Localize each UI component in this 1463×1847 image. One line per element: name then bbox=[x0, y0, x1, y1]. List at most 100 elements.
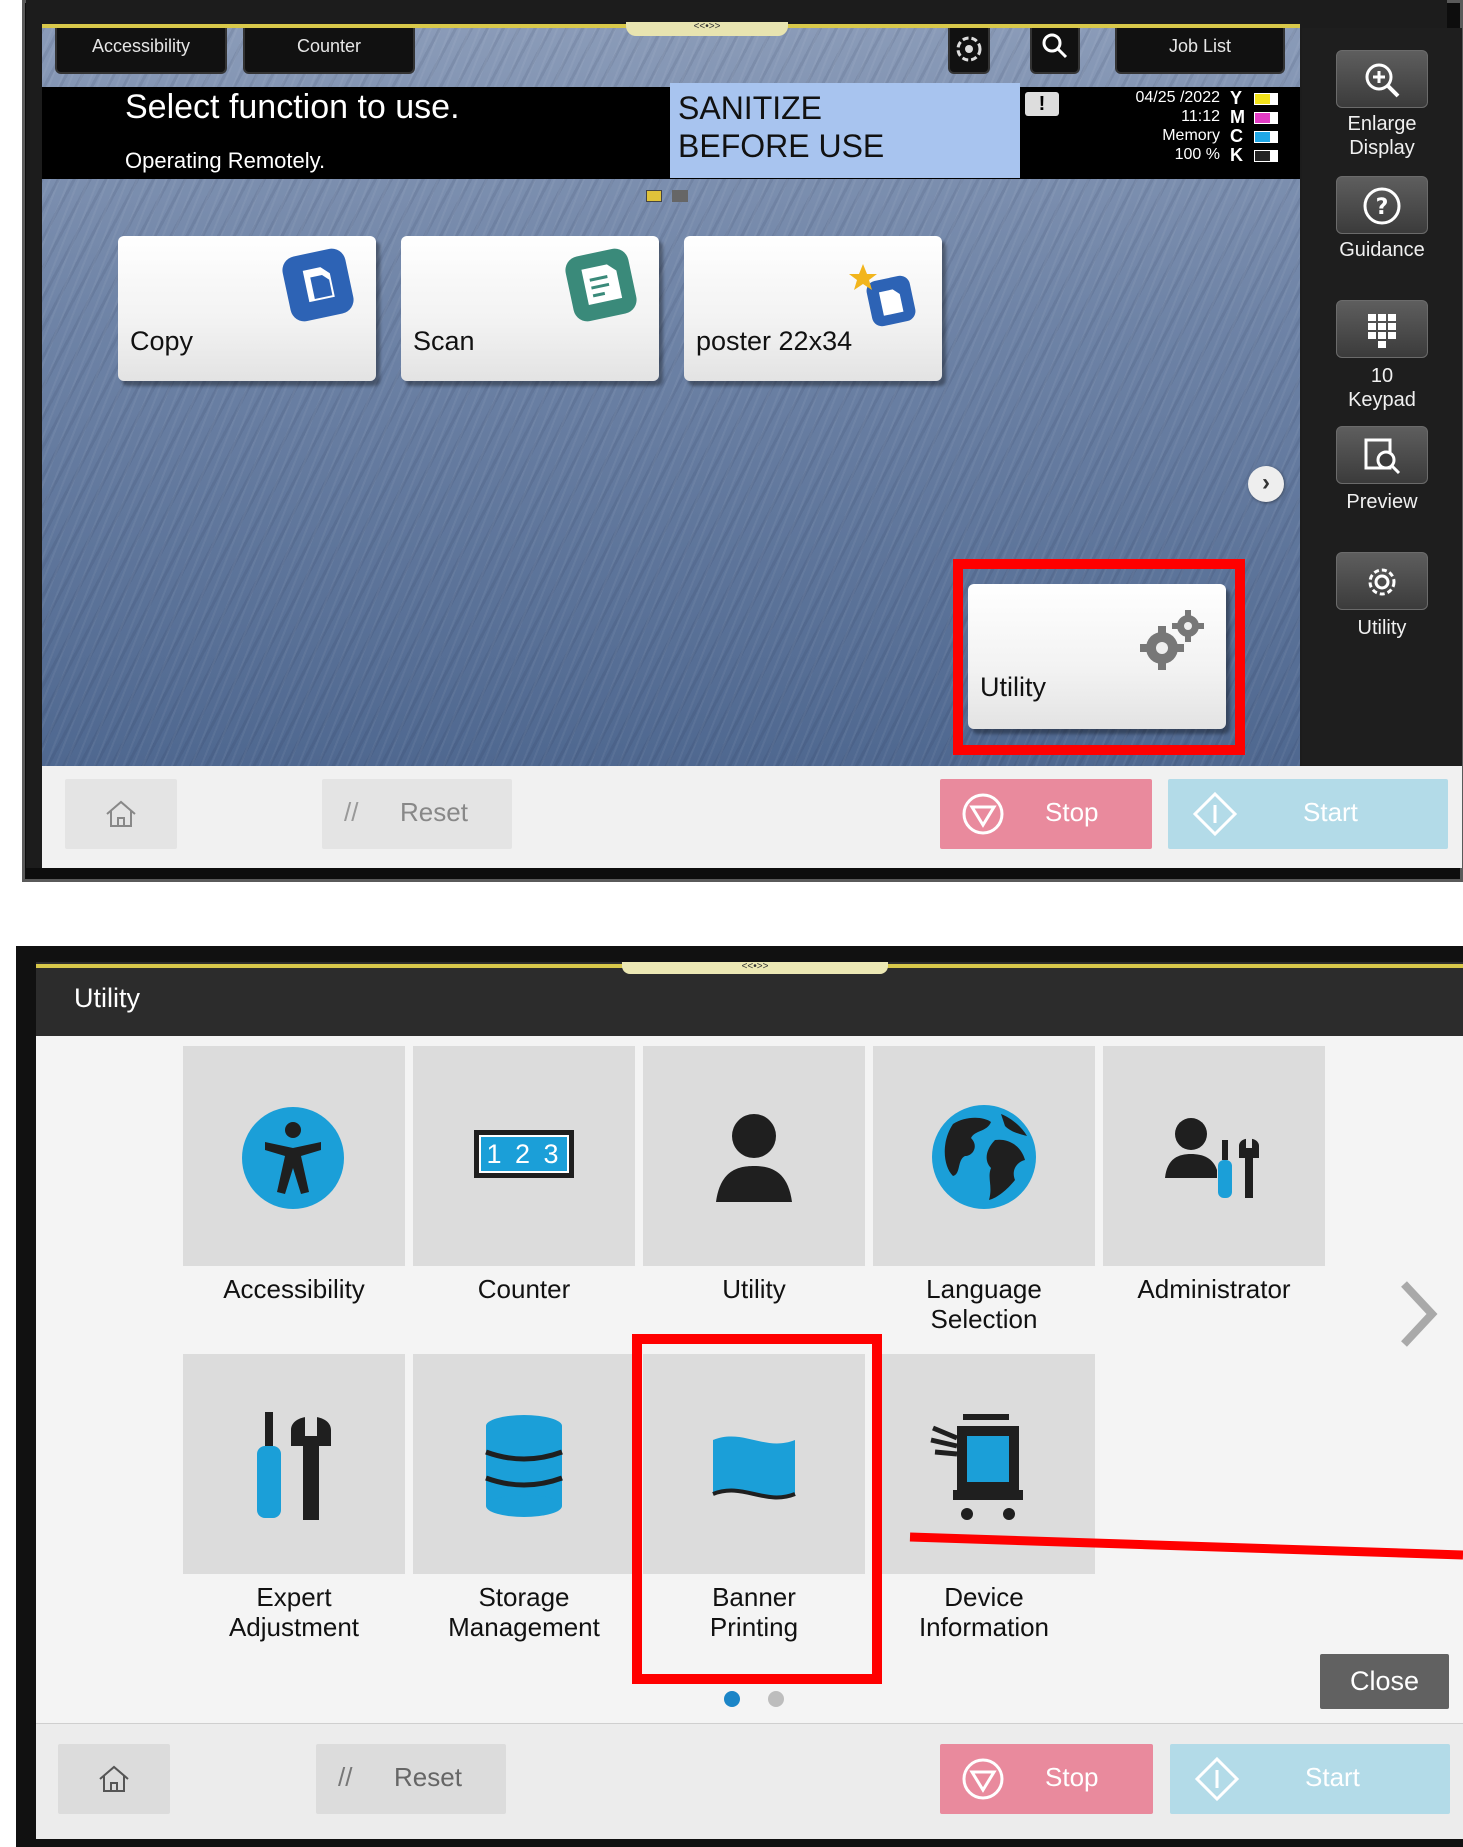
device-label-1: Device bbox=[944, 1582, 1024, 1612]
stop-icon bbox=[962, 793, 1004, 835]
close-button[interactable]: Close bbox=[1320, 1654, 1449, 1709]
database-icon bbox=[485, 1415, 563, 1517]
toner-bar-c bbox=[1254, 131, 1278, 143]
reset-label-2: Reset bbox=[394, 1762, 462, 1792]
panel-handle[interactable]: <<•>> bbox=[626, 22, 788, 36]
start-label: Start bbox=[1303, 797, 1358, 827]
favorite-copy-icon bbox=[849, 264, 916, 327]
language-tile[interactable] bbox=[873, 1046, 1095, 1266]
copy-tile[interactable]: Copy bbox=[118, 236, 376, 381]
administrator-tile[interactable] bbox=[1103, 1046, 1325, 1266]
scan-icon bbox=[565, 248, 637, 322]
toner-k: K bbox=[1228, 145, 1288, 165]
language-selection-label: Language Selection bbox=[869, 1274, 1099, 1334]
keypad-icon[interactable] bbox=[1336, 300, 1428, 358]
page-indicator[interactable] bbox=[672, 190, 688, 202]
stop-button-2[interactable]: Stop bbox=[940, 1744, 1153, 1814]
counter-tile[interactable]: 1 2 3 bbox=[413, 1046, 635, 1266]
reset-button-2[interactable]: // Reset bbox=[316, 1744, 506, 1814]
utility-user-tile[interactable] bbox=[643, 1046, 865, 1266]
start-label-2: Start bbox=[1305, 1762, 1360, 1792]
counter-icon: 1 2 3 bbox=[474, 1130, 574, 1178]
page-title-2: Utility bbox=[74, 983, 140, 1013]
network-icon[interactable] bbox=[948, 28, 990, 74]
language-label-1: Language bbox=[926, 1274, 1042, 1304]
accessibility-icon bbox=[242, 1107, 344, 1209]
reset-icon-2: // bbox=[338, 1762, 353, 1792]
page-title: Select function to use. bbox=[125, 88, 460, 126]
home-button[interactable] bbox=[65, 779, 177, 849]
page-dot-active[interactable] bbox=[724, 1691, 740, 1707]
preview-icon[interactable] bbox=[1336, 426, 1428, 484]
home-icon-2 bbox=[99, 1765, 129, 1792]
expert-label-1: Expert bbox=[256, 1582, 332, 1612]
enlarge-label-1: Enlarge bbox=[1347, 113, 1417, 135]
panel-handle-2[interactable]: <<•>> bbox=[622, 962, 888, 974]
zoom-in-icon[interactable] bbox=[1336, 50, 1428, 108]
utility-label: Utility bbox=[722, 1274, 786, 1304]
toner-c: C bbox=[1228, 126, 1288, 146]
home-button-2[interactable] bbox=[58, 1744, 170, 1814]
start-icon-2 bbox=[1194, 1756, 1240, 1802]
device-information-label: Device Information bbox=[869, 1582, 1099, 1642]
sanitize-notice: SANITIZE BEFORE USE bbox=[670, 83, 1020, 178]
expert-adjustment-tile[interactable] bbox=[183, 1354, 405, 1574]
page-indicator-active[interactable] bbox=[646, 190, 662, 202]
page-dot[interactable] bbox=[768, 1691, 784, 1707]
user-icon bbox=[716, 1114, 792, 1202]
guidance-label: Guidance bbox=[1339, 239, 1425, 261]
stop-label-2: Stop bbox=[1045, 1762, 1099, 1792]
memory-value: 100 % bbox=[1174, 146, 1220, 163]
help-icon[interactable]: ? bbox=[1336, 176, 1428, 234]
next-page-button[interactable]: › bbox=[1248, 466, 1284, 502]
status-message: Operating Remotely. bbox=[125, 148, 326, 173]
sanitize-line-2: BEFORE USE bbox=[678, 128, 885, 164]
toner-bar-y bbox=[1254, 93, 1278, 105]
start-button[interactable]: Start bbox=[1168, 779, 1448, 849]
reset-button[interactable]: // Reset bbox=[322, 779, 512, 849]
poster-tile[interactable]: poster 22x34 bbox=[684, 236, 942, 381]
stop-label: Stop bbox=[1045, 797, 1099, 827]
job-list-button[interactable]: Job List bbox=[1115, 28, 1285, 74]
administrator-icon bbox=[1165, 1118, 1259, 1198]
reset-icon: // bbox=[344, 797, 359, 827]
gear-icon[interactable] bbox=[1336, 552, 1428, 610]
scan-label: Scan bbox=[413, 326, 475, 356]
printer-icon bbox=[930, 1414, 1023, 1520]
start-button-2[interactable]: Start bbox=[1170, 1744, 1450, 1814]
utility-sidebar-label: Utility bbox=[1357, 617, 1407, 639]
sanitize-line-1: SANITIZE bbox=[678, 90, 823, 126]
stop-button[interactable]: Stop bbox=[940, 779, 1152, 849]
accessibility-label: Accessibility bbox=[223, 1274, 365, 1304]
warning-icon[interactable]: ! bbox=[1025, 92, 1059, 116]
reset-label: Reset bbox=[400, 797, 468, 827]
toner-letter-y: Y bbox=[1230, 88, 1243, 108]
scan-tile[interactable]: Scan bbox=[401, 236, 659, 381]
device-status: 04/25 /2022 11:12 Memory 100 % bbox=[1110, 88, 1220, 164]
accessibility-tile[interactable] bbox=[183, 1046, 405, 1266]
keypad-label-2: Keypad bbox=[1348, 389, 1416, 411]
preview-label: Preview bbox=[1346, 491, 1418, 513]
counter-label: Counter bbox=[477, 1274, 571, 1304]
toner-letter-c: C bbox=[1230, 126, 1243, 146]
language-label-2: Selection bbox=[930, 1304, 1038, 1334]
home-icon bbox=[106, 800, 136, 827]
storage-management-label: Storage Management bbox=[409, 1582, 639, 1642]
pointer-line bbox=[909, 1532, 1463, 1560]
accessibility-button[interactable]: Accessibility bbox=[55, 28, 227, 74]
toner-fill-c bbox=[1255, 132, 1271, 142]
stop-icon-2 bbox=[962, 1758, 1004, 1800]
copy-icon bbox=[282, 248, 354, 322]
memory-label: Memory bbox=[1162, 127, 1220, 144]
expert-label-2: Adjustment bbox=[228, 1612, 360, 1642]
counter-button[interactable]: Counter bbox=[243, 28, 415, 74]
expert-adjustment-label: Expert Adjustment bbox=[179, 1582, 409, 1642]
storage-management-tile[interactable] bbox=[413, 1354, 635, 1574]
enlarge-display-label: Enlarge Display bbox=[1312, 112, 1452, 160]
enlarge-label-2: Display bbox=[1349, 137, 1415, 159]
toner-fill-m bbox=[1255, 113, 1271, 123]
chevron-right-icon[interactable] bbox=[1394, 1278, 1442, 1350]
status-date: 04/25 /2022 bbox=[1135, 89, 1220, 106]
highlight-box bbox=[953, 559, 1245, 755]
search-icon[interactable] bbox=[1030, 28, 1080, 74]
